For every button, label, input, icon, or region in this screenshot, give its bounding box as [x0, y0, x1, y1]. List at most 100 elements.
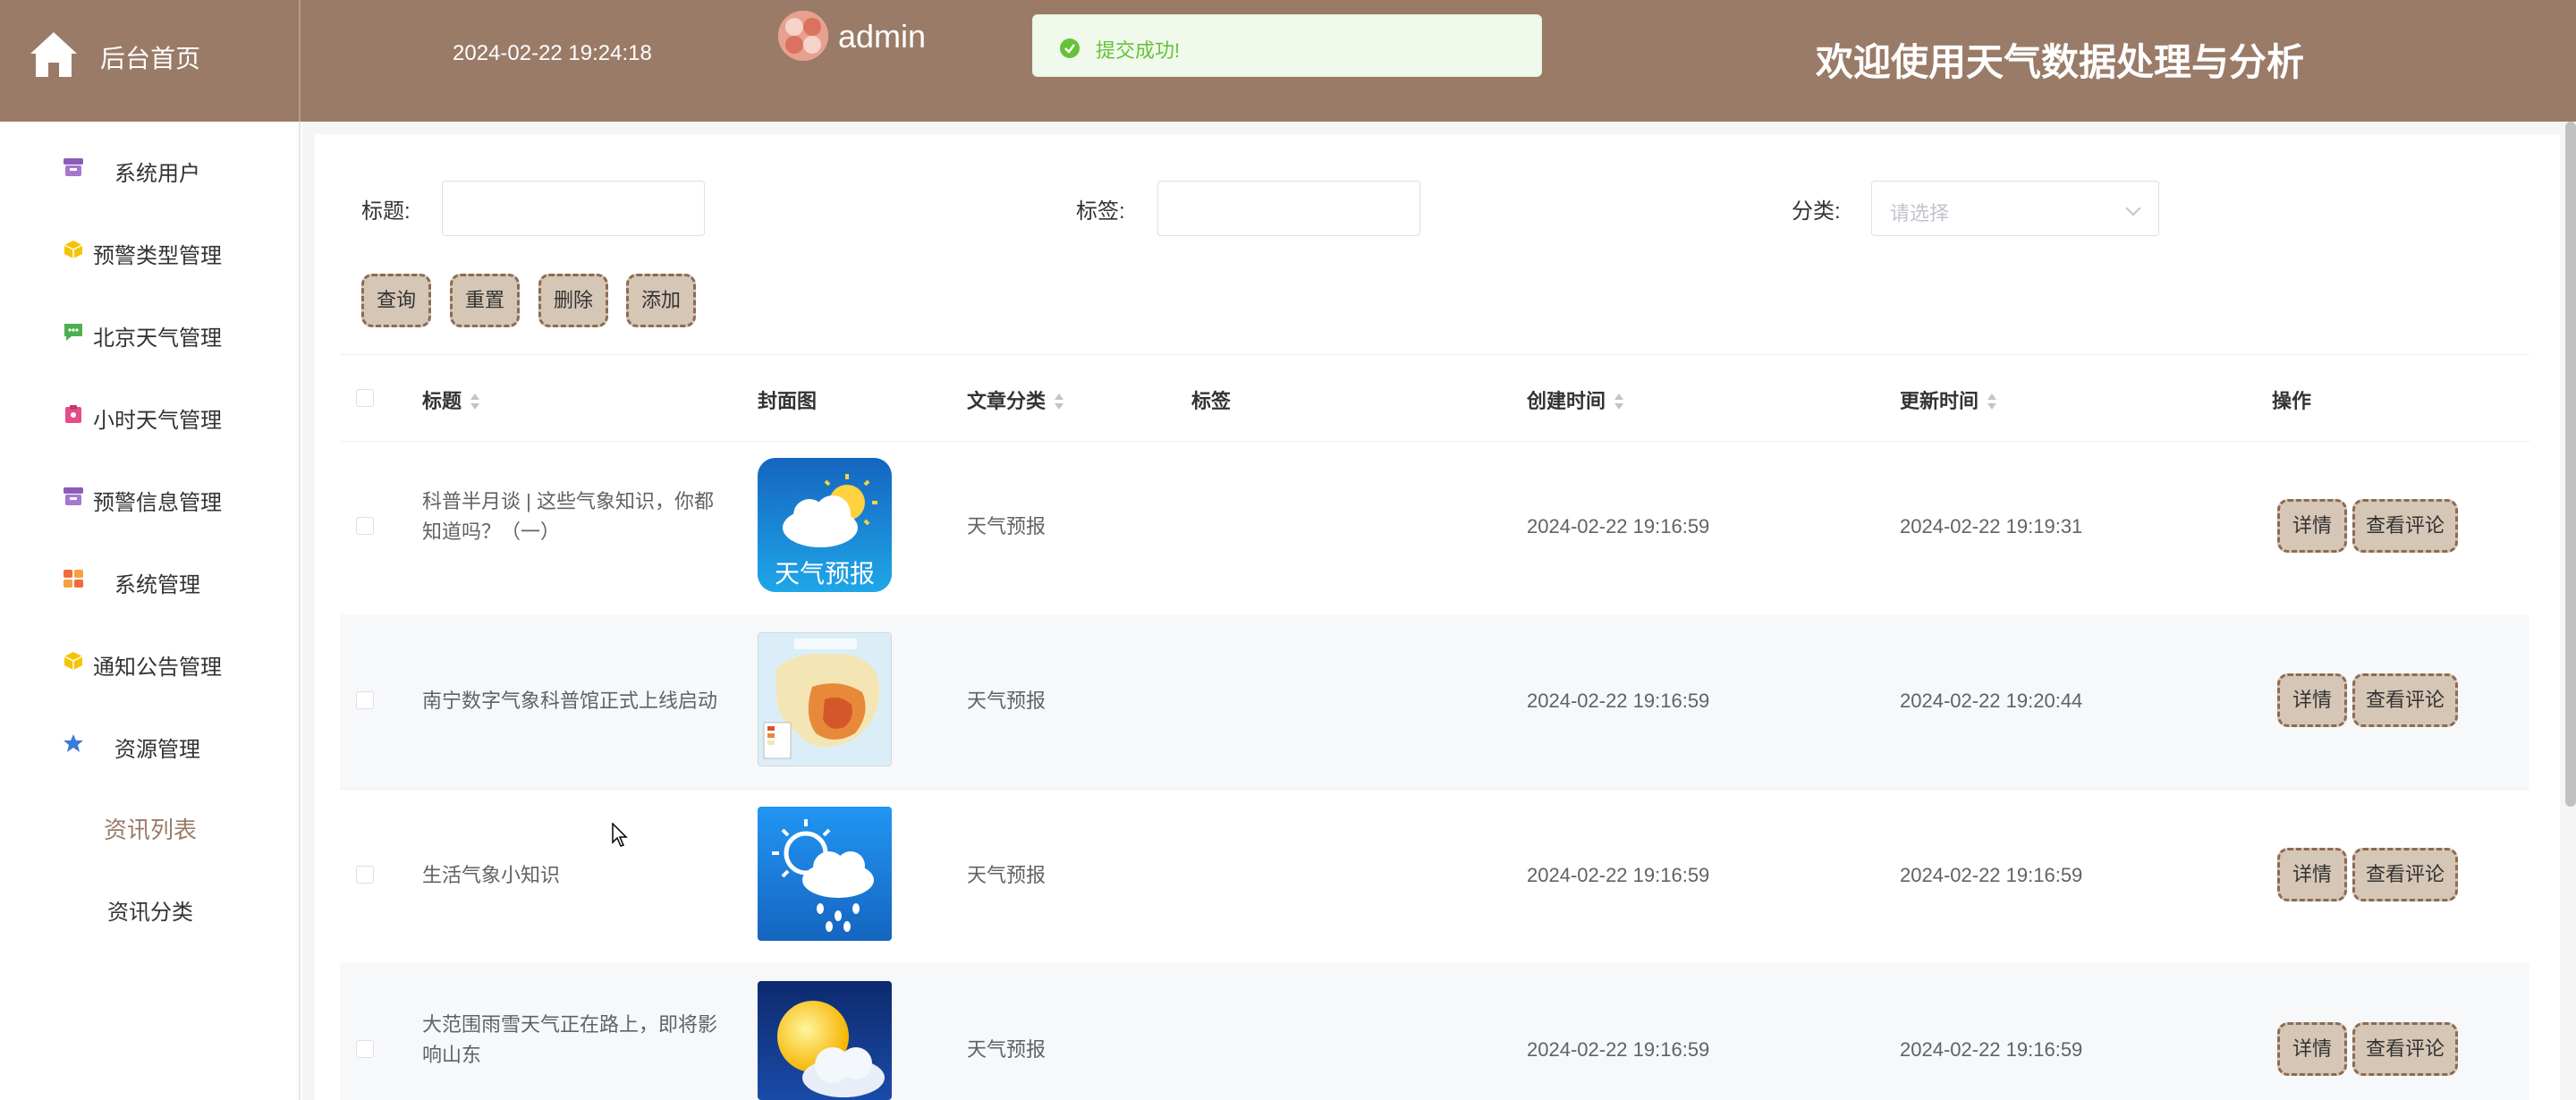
success-check-icon — [1060, 38, 1080, 58]
sidebar-subitem-news-list[interactable]: 资讯列表 — [0, 794, 301, 857]
row-updated: 2024-02-22 19:16:59 — [1900, 864, 2083, 886]
detail-button[interactable]: 详情 — [2277, 673, 2347, 727]
row-checkbox[interactable] — [356, 866, 374, 884]
reset-button[interactable]: 重置 — [450, 274, 520, 327]
sort-icon[interactable] — [469, 393, 481, 411]
row-title: 生活气象小知识 — [422, 864, 561, 886]
welcome-title: 欢迎使用天气数据处理与分析 — [1816, 41, 2305, 83]
star-icon — [64, 734, 83, 752]
row-created: 2024-02-22 19:16:59 — [1527, 864, 1710, 886]
sidebar-item-notices[interactable]: 通知公告管理 — [0, 630, 301, 692]
current-datetime: 2024-02-22 19:24:18 — [453, 41, 652, 65]
detail-button[interactable]: 详情 — [2277, 1022, 2347, 1076]
clipboard-icon — [65, 405, 81, 423]
sort-icon[interactable] — [1613, 393, 1625, 411]
archive-icon — [64, 158, 83, 176]
sidebar: 系统用户 预警类型管理 北京天气管理 小时天气管理 预警信息管理 系统管理 通知… — [0, 122, 301, 1100]
home-label: 后台首页 — [100, 45, 201, 72]
sort-icon[interactable] — [1053, 393, 1065, 411]
user-avatar[interactable] — [778, 11, 828, 61]
top-header: 后台首页 2024-02-22 19:24:18 admin 提交成功! 欢迎使… — [0, 0, 2576, 122]
category-filter-label: 分类: — [1792, 199, 1841, 224]
sidebar-item-label: 北京天气管理 — [93, 326, 222, 351]
row-checkbox[interactable] — [356, 1040, 374, 1058]
cube-icon — [64, 241, 83, 258]
sidebar-item-label: 预警类型管理 — [93, 244, 222, 268]
row-updated: 2024-02-22 19:19:31 — [1900, 515, 2083, 537]
sidebar-item-beijing-weather[interactable]: 北京天气管理 — [0, 300, 301, 363]
sidebar-item-system-admin[interactable]: 系统管理 — [0, 547, 301, 610]
detail-button[interactable]: 详情 — [2277, 499, 2347, 553]
sidebar-item-system-users[interactable]: 系统用户 — [0, 136, 301, 199]
view-comments-button[interactable]: 查看评论 — [2352, 848, 2458, 901]
sidebar-item-resources[interactable]: 资源管理 — [0, 712, 301, 774]
column-header-created[interactable]: 创建时间 — [1527, 385, 1625, 414]
row-category: 天气预报 — [967, 690, 1046, 712]
sidebar-item-hourly-weather[interactable]: 小时天气管理 — [0, 383, 301, 445]
table-row: 大范围雨雪天气正在路上，即将影响山东 天气预报 2024-02-22 19:16… — [340, 963, 2529, 1100]
table-row: 科普半月谈 | 这些气象知识，你都知道吗？（一） 天气预报 天气预报 2024-… — [340, 440, 2529, 615]
toast-message: 提交成功! — [1096, 39, 1181, 62]
column-header-cover: 封面图 — [758, 390, 818, 412]
username[interactable]: admin — [838, 18, 926, 55]
row-created: 2024-02-22 19:16:59 — [1527, 1038, 1710, 1061]
sidebar-item-label: 系统管理 — [114, 573, 200, 597]
row-category: 天气预报 — [967, 515, 1046, 537]
tag-filter-input[interactable] — [1157, 181, 1420, 236]
cube-icon — [64, 652, 83, 670]
column-header-title[interactable]: 标题 — [422, 385, 481, 414]
home-link[interactable]: 后台首页 — [0, 0, 301, 122]
column-header-updated[interactable]: 更新时间 — [1900, 385, 1998, 414]
china-map-image — [758, 632, 892, 766]
sidebar-item-warning-types[interactable]: 预警类型管理 — [0, 218, 301, 281]
row-updated: 2024-02-22 19:16:59 — [1900, 1038, 2083, 1061]
row-category: 天气预报 — [967, 864, 1046, 886]
sidebar-subitem-label: 资讯分类 — [107, 901, 193, 925]
sidebar-item-warning-info[interactable]: 预警信息管理 — [0, 465, 301, 528]
row-title: 科普半月谈 | 这些气象知识，你都知道吗？（一） — [422, 490, 714, 543]
title-filter-input[interactable] — [442, 181, 705, 236]
view-comments-button[interactable]: 查看评论 — [2352, 499, 2458, 553]
sidebar-subitem-news-category[interactable]: 资讯分类 — [0, 876, 301, 939]
row-created: 2024-02-22 19:16:59 — [1527, 515, 1710, 537]
sun-cloud-icon — [758, 981, 892, 1100]
delete-button[interactable]: 删除 — [538, 274, 608, 327]
table-header: 标题 封面图 文章分类 标签 创建时间 更新时间 操作 — [340, 354, 2529, 442]
sidebar-item-label: 资源管理 — [114, 738, 200, 762]
category-select[interactable]: 请选择 — [1871, 181, 2159, 236]
tag-filter-label: 标签: — [1076, 199, 1125, 224]
forecast-app-icon: 天气预报 — [758, 458, 892, 592]
query-button[interactable]: 查询 — [361, 274, 431, 327]
view-comments-button[interactable]: 查看评论 — [2352, 673, 2458, 727]
sidebar-item-label: 通知公告管理 — [93, 656, 222, 680]
success-toast: 提交成功! — [1032, 14, 1542, 77]
select-all-checkbox[interactable] — [356, 389, 374, 407]
sidebar-item-label: 小时天气管理 — [93, 409, 222, 433]
vertical-scrollbar[interactable] — [2565, 122, 2576, 807]
add-button[interactable]: 添加 — [626, 274, 696, 327]
category-select-placeholder: 请选择 — [1890, 202, 1950, 224]
sort-icon[interactable] — [1986, 393, 1998, 411]
chat-icon — [64, 324, 82, 341]
grid-icon — [64, 570, 83, 588]
sun-rain-icon — [758, 807, 892, 941]
row-checkbox[interactable] — [356, 517, 374, 535]
column-header-ops: 操作 — [2272, 390, 2312, 412]
row-checkbox[interactable] — [356, 691, 374, 709]
row-title: 南宁数字气象科普馆正式上线启动 — [422, 690, 718, 712]
row-updated: 2024-02-22 19:20:44 — [1900, 690, 2083, 712]
column-header-category[interactable]: 文章分类 — [967, 385, 1065, 414]
news-table: 标题 封面图 文章分类 标签 创建时间 更新时间 操作 科普半月谈 | 这些气象… — [340, 354, 2529, 1100]
sidebar-item-label: 预警信息管理 — [93, 491, 222, 515]
detail-button[interactable]: 详情 — [2277, 848, 2347, 901]
column-header-tags: 标签 — [1191, 390, 1232, 412]
view-comments-button[interactable]: 查看评论 — [2352, 1022, 2458, 1076]
mouse-cursor-icon — [612, 823, 628, 847]
table-row: 南宁数字气象科普馆正式上线启动 天气预报 2024-02-22 19:16:59… — [340, 614, 2529, 790]
cover-caption: 天气预报 — [774, 560, 875, 588]
row-category: 天气预报 — [967, 1038, 1046, 1061]
sidebar-subitem-label: 资讯列表 — [103, 817, 197, 843]
chevron-down-icon — [2125, 200, 2141, 216]
archive-icon — [64, 487, 83, 505]
sidebar-item-label: 系统用户 — [114, 162, 200, 186]
